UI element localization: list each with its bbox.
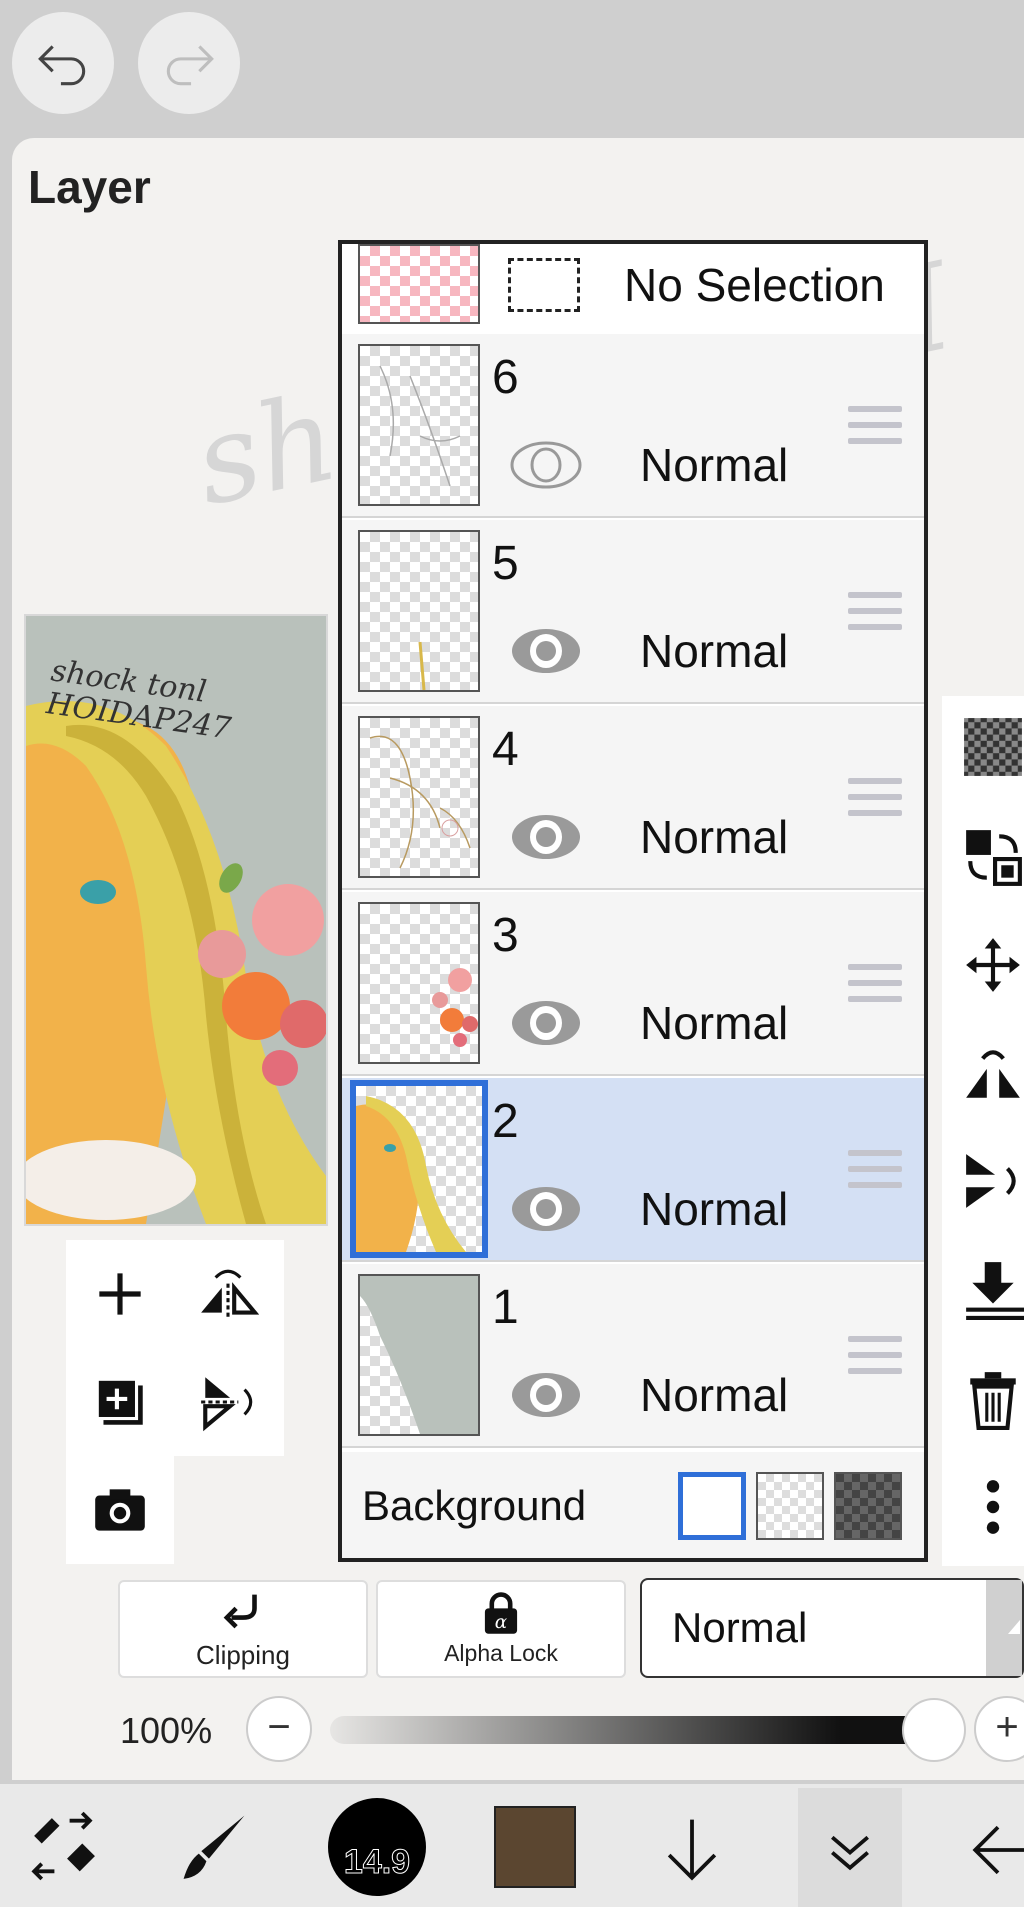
opacity-slider-knob[interactable] (902, 1698, 966, 1762)
more-vertical-icon[interactable] (962, 1476, 1024, 1538)
brush-eraser-switch-icon[interactable] (24, 1808, 100, 1884)
eye-icon[interactable] (508, 1368, 584, 1422)
undo-icon (38, 45, 86, 86)
layer-actions-panel (942, 696, 1024, 1566)
drag-handle-icon[interactable] (848, 592, 902, 636)
opacity-value: 100% (120, 1710, 213, 1751)
opacity-slider[interactable] (330, 1716, 930, 1744)
duplicate-layer-icon (95, 1377, 143, 1425)
flip-vertical-button[interactable] (174, 1348, 282, 1456)
layer-list[interactable]: No Selection 6 Normal 5 Normal 4 Normal (338, 240, 928, 1562)
layer-blend-mode: Normal (640, 997, 789, 1049)
background-label: Background (362, 1482, 587, 1529)
layer-number: 4 (492, 723, 519, 776)
undo-button[interactable] (12, 12, 114, 114)
opacity-minus-button[interactable]: − (246, 1696, 312, 1762)
brush-size-value: 14.9 (343, 1843, 411, 1882)
redo-button[interactable] (138, 12, 240, 114)
blend-mode-select[interactable]: Normal (640, 1578, 1024, 1678)
layer-row-6[interactable]: 6 Normal (342, 334, 924, 518)
swap-layers-icon[interactable] (962, 826, 1024, 888)
layer-number: 2 (492, 1095, 519, 1148)
selection-label: No Selection (624, 259, 885, 311)
eye-icon[interactable] (508, 996, 584, 1050)
layer-thumbnail (358, 716, 480, 878)
canvas-preview[interactable]: shock tonl HOIDAP247 (24, 614, 328, 1226)
drag-handle-icon[interactable] (848, 778, 902, 822)
background-transparent-swatch[interactable] (756, 1472, 824, 1540)
layer-row-1[interactable]: 1 Normal (342, 1264, 924, 1448)
layer-thumbnail (350, 1080, 488, 1258)
layer-number: 3 (492, 909, 519, 962)
layer-row-4[interactable]: 4 Normal (342, 706, 924, 890)
drag-handle-icon[interactable] (848, 964, 902, 1008)
flip-vertical-icon[interactable] (962, 1150, 1024, 1212)
blend-mode-arrow (986, 1580, 1022, 1676)
blend-mode-value: Normal (672, 1604, 808, 1651)
selection-layer-row[interactable]: No Selection (342, 244, 924, 336)
selection-marquee-icon (508, 258, 580, 312)
panel-title: Layer (28, 161, 151, 213)
move-icon[interactable] (962, 934, 1024, 996)
chevron-up-icon (1008, 1620, 1020, 1634)
duplicate-layer-button[interactable] (66, 1348, 174, 1456)
eye-icon[interactable] (508, 624, 584, 678)
flip-horizontal-icon (201, 1269, 259, 1319)
layer-number: 5 (492, 537, 519, 590)
layer-blend-mode: Normal (640, 439, 789, 491)
color-swatch[interactable] (494, 1806, 576, 1888)
drag-handle-icon[interactable] (848, 406, 902, 450)
merge-down-icon[interactable] (962, 1258, 1024, 1320)
flip-horizontal-button[interactable] (174, 1240, 282, 1348)
flip-vertical-icon (201, 1377, 253, 1432)
clipping-button[interactable]: Clipping (118, 1580, 368, 1678)
plus-icon (99, 1273, 141, 1315)
trash-icon[interactable] (962, 1368, 1024, 1430)
layer-thumbnail (358, 344, 480, 506)
arrow-down-icon[interactable] (654, 1812, 730, 1888)
layer-row-2[interactable]: 2 Normal (342, 1078, 924, 1262)
background-white-swatch[interactable] (678, 1472, 746, 1540)
redo-icon (166, 45, 214, 86)
layer-blend-mode: Normal (640, 625, 789, 677)
eye-hidden-icon[interactable] (508, 438, 584, 492)
drag-handle-icon[interactable] (848, 1336, 902, 1380)
back-arrow-icon[interactable] (960, 1812, 1024, 1888)
layer-row-5[interactable]: 5 Normal (342, 520, 924, 704)
layer-thumbnail (358, 902, 480, 1064)
layer-number: 1 (492, 1281, 519, 1334)
drag-handle-icon[interactable] (848, 1150, 902, 1194)
flip-horizontal-icon[interactable] (962, 1042, 1024, 1104)
alpha-lock-label: Alpha Lock (444, 1640, 558, 1666)
eye-icon[interactable] (508, 810, 584, 864)
clipping-icon (223, 1594, 257, 1629)
brush-size-button[interactable]: 14.9 (328, 1798, 426, 1896)
svg-text:α: α (495, 1612, 508, 1633)
layer-tools-panel (66, 1240, 284, 1456)
clipping-label: Clipping (196, 1640, 290, 1670)
layer-number: 6 (492, 351, 519, 404)
selection-thumbnail (358, 244, 480, 324)
eye-icon[interactable] (508, 1182, 584, 1236)
alpha-lock-icon: α (484, 1592, 518, 1634)
background-dark-swatch[interactable] (834, 1472, 902, 1540)
brush-icon[interactable] (176, 1808, 252, 1884)
layer-blend-mode: Normal (640, 1183, 789, 1235)
layer-tools-panel-lower (66, 1456, 174, 1564)
background-row: Background (342, 1452, 924, 1558)
alpha-lock-button[interactable]: α Alpha Lock (376, 1580, 626, 1678)
layer-thumbnail (358, 1274, 480, 1436)
layer-row-3[interactable]: 3 Normal (342, 892, 924, 1076)
layer-blend-mode: Normal (640, 811, 789, 863)
double-chevron-down-icon[interactable] (812, 1812, 888, 1888)
add-layer-button[interactable] (66, 1240, 174, 1348)
checker-icon[interactable] (962, 716, 1024, 778)
layer-blend-mode: Normal (640, 1369, 789, 1421)
camera-icon (95, 1489, 145, 1531)
camera-button[interactable] (66, 1456, 174, 1564)
layer-thumbnail (358, 530, 480, 692)
